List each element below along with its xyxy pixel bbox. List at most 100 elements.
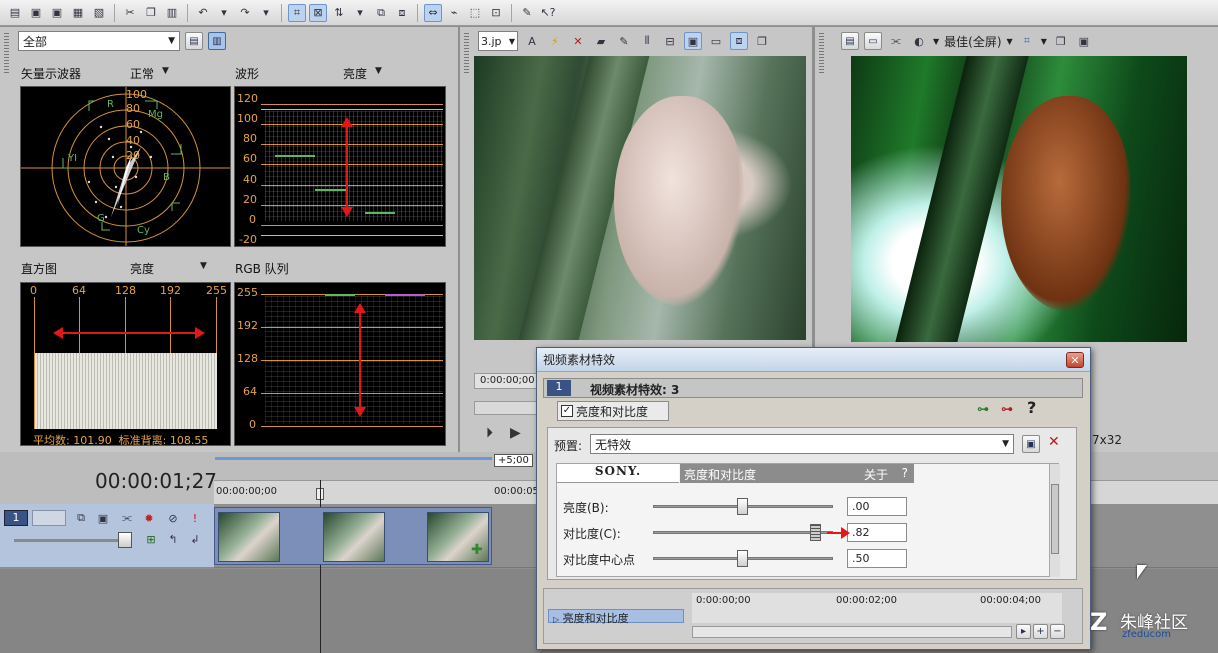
panel-grip[interactable] <box>4 33 9 73</box>
monitor-icon[interactable]: ▭ <box>707 32 725 50</box>
track-name-field[interactable] <box>32 510 66 526</box>
waveform-mode[interactable]: 亮度 <box>343 65 367 82</box>
checkbox-checked-icon[interactable]: ✓ <box>561 405 573 417</box>
keyframe-ruler[interactable]: 0:00:00;00 00:00:02;00 00:00:04;00 <box>692 593 1062 623</box>
redo-dropdown-icon[interactable]: ▾ <box>257 4 275 22</box>
split-screen-icon[interactable]: ◐ <box>910 32 928 50</box>
fx-chain-item[interactable]: ✓ 亮度和对比度 <box>557 401 669 421</box>
view-mode-icon[interactable]: ▣ <box>684 32 702 50</box>
help-icon[interactable]: ? <box>1027 398 1036 417</box>
composite-mode-icon[interactable]: ⧉ <box>72 509 90 527</box>
track-motion-icon[interactable]: ▣ <box>94 509 112 527</box>
move-up-icon[interactable]: ↰ <box>164 530 182 548</box>
save-preset-icon[interactable]: ▣ <box>1022 435 1040 453</box>
paste-icon[interactable]: ▥ <box>163 4 181 22</box>
chevron-down-icon[interactable]: ▼ <box>1007 37 1013 46</box>
close-icon[interactable]: ✕ <box>569 32 587 50</box>
panel-grip[interactable] <box>464 33 469 73</box>
vectorscope-mode[interactable]: 正常 <box>130 65 154 82</box>
chevron-down-icon[interactable]: ▼ <box>1041 37 1047 46</box>
undo-dropdown-icon[interactable]: ▾ <box>215 4 233 22</box>
marker-icon[interactable]: ▰ <box>592 32 610 50</box>
move-down-icon[interactable]: ↲ <box>186 530 204 548</box>
remove-plugin-icon[interactable]: ⊶ <box>1001 402 1013 416</box>
fx-param-slider[interactable] <box>653 524 833 541</box>
fx-param-slider[interactable] <box>653 498 833 515</box>
scrollbar-thumb[interactable] <box>1051 484 1059 554</box>
next-keyframe-icon[interactable]: ▸ <box>1016 624 1031 639</box>
histogram-mode[interactable]: 亮度 <box>130 260 154 277</box>
copy-snapshot-icon[interactable]: ❐ <box>1052 32 1070 50</box>
post-edit-icon[interactable]: ⧉ <box>372 4 390 22</box>
external-monitor-icon[interactable]: ▭ <box>864 32 882 50</box>
params-scrollbar[interactable] <box>1049 464 1060 577</box>
redo-icon[interactable]: ↷ <box>236 4 254 22</box>
expand-arrow-icon[interactable]: ▷ <box>553 615 559 624</box>
crossfade-icon[interactable]: ⧈ <box>393 4 411 22</box>
clip-fx-icon[interactable]: ✚ <box>471 542 483 558</box>
save-snapshot-icon[interactable]: ▣ <box>1075 32 1093 50</box>
loop-region-bar[interactable] <box>215 457 492 460</box>
track-fx-icon[interactable]: ⫘ <box>118 509 136 527</box>
overlay-grid-icon[interactable]: ⌗ <box>1018 32 1036 50</box>
lightning-icon[interactable]: ⚡ <box>546 32 564 50</box>
copy-icon[interactable]: ❐ <box>142 4 160 22</box>
about-help[interactable]: ? <box>902 466 908 480</box>
selection-tool-icon[interactable]: ⬚ <box>466 4 484 22</box>
fx-icon[interactable]: ⫘ <box>887 32 905 50</box>
properties-icon[interactable]: ▤ <box>841 32 859 50</box>
dialog-titlebar[interactable]: 视频素材特效 <box>537 348 1090 372</box>
remove-keyframe-icon[interactable]: − <box>1050 624 1065 639</box>
trim-icon[interactable]: ⊟ <box>661 32 679 50</box>
open-media-icon[interactable]: A <box>523 32 541 50</box>
settings-icon[interactable]: ▤ <box>185 32 203 50</box>
normal-edit-tool-icon[interactable]: ⇔ <box>424 3 442 22</box>
fx-param-value[interactable]: .00 <box>847 497 907 516</box>
close-button[interactable]: ✕ <box>1066 352 1084 368</box>
split-icon[interactable]: ⫴ <box>638 32 656 50</box>
edit-icon[interactable]: ✎ <box>615 32 633 50</box>
scope-select[interactable]: 全部 ▼ <box>18 31 180 51</box>
expand-track-icon[interactable]: ⊞ <box>142 530 160 548</box>
save-as-icon[interactable]: ▣ <box>48 4 66 22</box>
paint-icon[interactable]: ✎ <box>518 4 536 22</box>
panel-grip[interactable] <box>819 33 824 73</box>
fx-param-slider[interactable] <box>653 550 833 567</box>
video-clip[interactable]: ✚ <box>214 507 492 565</box>
render-icon[interactable]: ▦ <box>69 4 87 22</box>
delete-preset-icon[interactable]: ✕ <box>1048 434 1060 450</box>
track-level-thumb[interactable] <box>118 532 132 548</box>
undo-icon[interactable]: ↶ <box>194 4 212 22</box>
properties-icon[interactable]: ▧ <box>90 4 108 22</box>
copy-frame-icon[interactable]: ❐ <box>753 32 771 50</box>
track-level-slider[interactable] <box>14 539 132 542</box>
preview-quality[interactable]: 最佳(全屏) <box>944 33 1001 50</box>
snap-icon[interactable]: ⌗ <box>288 3 306 22</box>
fx-param-thumb[interactable] <box>737 550 748 567</box>
chevron-down-icon[interactable]: ▼ <box>162 66 169 76</box>
dual-view-icon[interactable]: ⧈ <box>730 32 748 50</box>
mute-icon[interactable]: ⊘ <box>164 509 182 527</box>
keyframe-track-label-box[interactable]: ▷ 亮度和对比度 <box>548 609 684 625</box>
fx-param-thumb[interactable] <box>809 524 821 541</box>
trimmer-file-select[interactable]: 3.jp ▼ <box>478 31 518 51</box>
add-keyframe-icon[interactable]: + <box>1033 624 1048 639</box>
lock-envelope-dropdown-icon[interactable]: ▾ <box>351 4 369 22</box>
help-icon[interactable]: ↖? <box>539 4 557 22</box>
about-link[interactable]: 关于 <box>864 466 888 483</box>
chevron-down-icon[interactable]: ▼ <box>933 37 939 46</box>
play-icon[interactable]: ⏵ <box>486 425 493 441</box>
play-from-start-icon[interactable]: ▶ <box>510 425 521 441</box>
fx-param-value[interactable]: .50 <box>847 549 907 568</box>
lock-envelope-icon[interactable]: ⇅ <box>330 4 348 22</box>
auto-ripple-icon[interactable]: ⊠ <box>309 3 327 22</box>
update-scopes-icon[interactable]: ▥ <box>208 32 226 50</box>
solo-icon[interactable]: ! <box>186 509 204 527</box>
envelope-tool-icon[interactable]: ⌁ <box>445 4 463 22</box>
cut-icon[interactable]: ✂ <box>121 4 139 22</box>
chevron-down-icon[interactable]: ▼ <box>200 261 207 271</box>
open-icon[interactable]: ▤ <box>6 4 24 22</box>
chevron-down-icon[interactable]: ▼ <box>375 66 382 76</box>
save-icon[interactable]: ▣ <box>27 4 45 22</box>
keyframe-scrollbar[interactable] <box>692 626 1012 638</box>
